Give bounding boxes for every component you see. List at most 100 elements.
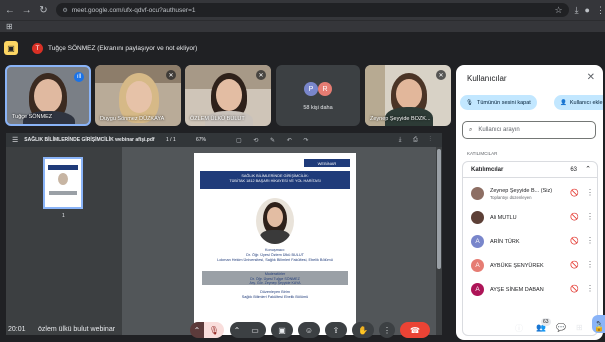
avatar: P: [304, 82, 318, 96]
captions-button[interactable]: ▣: [271, 322, 293, 338]
section-label: KATILIMCILAR: [467, 151, 498, 156]
raise-hand-button[interactable]: ✋: [352, 322, 374, 338]
organizer-name: Sağlık Bilimleri Fakültesi Ebelik Bölümü: [241, 295, 309, 299]
mic-off-icon: ✕: [256, 70, 266, 80]
participant-name: Zeynep Şeyyide B... (Siz): [490, 188, 553, 194]
leave-call-button[interactable]: ☎: [400, 322, 430, 338]
panel-title: Kullanıcılar: [467, 74, 507, 83]
more-options-icon[interactable]: ⋮: [586, 212, 594, 221]
thumb-band: [49, 191, 77, 195]
mic-options-chevron-icon[interactable]: ⌃: [190, 322, 204, 338]
presentation-view[interactable]: ☰ SAĞLIK BİLİMLERİNDE GİRİŞİMCİLİK webin…: [6, 133, 442, 335]
present-button[interactable]: ⇪: [325, 322, 347, 338]
bookmark-star-icon[interactable]: ☆: [554, 5, 562, 16]
mic-off-icon[interactable]: 🚫: [570, 213, 579, 221]
mute-all-button[interactable]: 🎙 Tümünün sesini kapat: [460, 95, 537, 110]
more-options-icon[interactable]: ⋮: [586, 260, 594, 269]
menu-icon[interactable]: ☰: [12, 136, 18, 144]
presenting-text: Tuğçe SÖNMEZ (Ekranını paylaşıyor ve not…: [48, 44, 198, 52]
tile-name: Tuğçe SÖNMEZ: [12, 114, 53, 120]
search-icon: ⌕: [469, 126, 473, 133]
participant-row[interactable]: A AYŞE SİNEM DABAN 🚫 ⋮: [463, 278, 597, 302]
mic-off-icon[interactable]: 🚫: [570, 189, 579, 197]
page-indicator[interactable]: 1 / 1: [166, 137, 176, 143]
address-bar[interactable]: ⚙ meet.google.com/ufx-qdvf-ocu?authuser=…: [56, 3, 569, 17]
participants-group-header[interactable]: Katılımcılar 63 ⌃: [463, 162, 597, 178]
group-label: Katılımcılar: [471, 167, 504, 173]
group-count: 63: [570, 167, 577, 173]
forward-icon[interactable]: →: [20, 3, 34, 17]
more-participants-tile[interactable]: P R S 58 kişi daha: [276, 65, 360, 126]
mic-off-button[interactable]: 🎙: [204, 322, 224, 338]
thumb-band: [48, 165, 78, 170]
participants-group: Katılımcılar 63 ⌃ Zeynep Şeyyide B... (S…: [462, 161, 598, 336]
avatar: A: [471, 235, 484, 248]
mic-off-icon: 🎙: [466, 99, 473, 106]
mic-off-icon[interactable]: 🚫: [570, 237, 579, 245]
scrollbar-thumb[interactable]: [437, 149, 441, 269]
add-people-button[interactable]: 👤 Kullanıcı ekle: [554, 95, 603, 110]
more-options-icon[interactable]: ⋮: [586, 188, 594, 197]
mic-off-icon[interactable]: 🚫: [570, 261, 579, 269]
back-icon[interactable]: ←: [3, 3, 17, 17]
participant-row[interactable]: A ARİN TÜRK 🚫 ⋮: [463, 230, 597, 254]
video-tile[interactable]: ✕ Duygu Sönmez DÜZKAYA: [95, 65, 181, 126]
host-controls-icon[interactable]: 🔒: [594, 323, 604, 332]
site-info-icon[interactable]: ⚙: [62, 7, 67, 14]
menu-icon[interactable]: ⋮: [596, 5, 605, 16]
apps-grid-icon[interactable]: ⊞: [6, 22, 13, 31]
search-placeholder: Kullanıcı arayın: [478, 127, 520, 133]
meeting-name: özlem ülkü bulut webinar: [38, 326, 116, 333]
more-options-button[interactable]: ⋮: [379, 322, 395, 338]
participant-name: AYBÜKE ŞENYÜREK: [490, 263, 544, 269]
page-thumbnail[interactable]: [43, 157, 83, 209]
participant-row[interactable]: A AYBÜKE ŞENYÜREK 🚫 ⋮: [463, 254, 597, 278]
speaking-indicator-icon: ıll: [74, 72, 84, 82]
mic-off-icon: ✕: [436, 70, 446, 80]
reload-icon[interactable]: ↻: [37, 3, 51, 17]
participant-face: [126, 81, 152, 113]
add-person-icon: 👤: [560, 99, 567, 106]
video-tile[interactable]: ıll Tuğçe SÖNMEZ: [5, 65, 91, 126]
tile-name: ÖZLEM ÜLKÜ BULUT: [190, 116, 245, 122]
info-icon[interactable]: ⓘ: [515, 323, 523, 334]
mute-all-label: Tümünün sesini kapat: [476, 99, 531, 106]
add-people-label: Kullanıcı ekle: [569, 99, 603, 106]
participant-name: Ali MUTLU: [490, 215, 517, 221]
pdf-right-icons[interactable]: ⤓ ⎙ ⋮: [399, 137, 436, 144]
video-tile[interactable]: ✕ Zeynep Şeyyide BOZK...: [365, 65, 451, 126]
speaker-affiliation: Lokman Hekim Üniversitesi, Sağlık Biliml…: [217, 258, 333, 262]
more-options-icon[interactable]: ⋮: [586, 236, 594, 245]
chat-icon[interactable]: 💬: [556, 323, 566, 332]
present-screen-icon[interactable]: ▣: [4, 41, 18, 55]
download-icon[interactable]: ⤓: [575, 5, 579, 16]
mic-off-icon[interactable]: 🚫: [570, 285, 579, 293]
activities-icon[interactable]: ⊞: [576, 323, 583, 332]
more-participants-label: 58 kişi daha: [303, 105, 333, 111]
zoom-level[interactable]: 67%: [196, 137, 206, 143]
more-options-icon[interactable]: ⋮: [586, 284, 594, 293]
participant-row[interactable]: Ali MUTLU 🚫 ⋮: [463, 206, 597, 230]
camera-options-chevron-icon[interactable]: ⌃: [230, 322, 244, 338]
close-icon[interactable]: ✕: [587, 72, 595, 83]
tile-name: Duygu Sönmez DÜZKAYA: [100, 116, 165, 122]
avatar: [471, 211, 484, 224]
participant-name: AYŞE SİNEM DABAN: [490, 287, 544, 293]
chevron-up-icon[interactable]: ⌃: [585, 165, 591, 173]
camera-button[interactable]: ▭: [244, 322, 266, 338]
speaker-photo: [256, 198, 294, 244]
clock: 20:01: [8, 326, 26, 333]
participant-role: Toplantıyı düzenleyen: [490, 195, 532, 200]
pdf-tools-icons[interactable]: ▢ ⟲ ✎ ↶ ↷: [236, 137, 313, 144]
participant-row[interactable]: Zeynep Şeyyide B... (Siz) Toplantıyı düz…: [463, 182, 597, 206]
video-tile[interactable]: ✕ ÖZLEM ÜLKÜ BULUT: [185, 65, 271, 126]
pdf-filename: SAĞLIK BİLİMLERİNDE GİRİŞİMCİLİK webinar…: [24, 137, 155, 143]
moderator-name: Arş. Gör. Zeynep Şeyyide KAYA: [249, 281, 301, 285]
participant-face: [216, 79, 242, 111]
presenting-banner: ▣ T Tuğçe SÖNMEZ (Ekranını paylaşıyor ve…: [4, 38, 197, 58]
emoji-button[interactable]: ☺: [298, 322, 320, 338]
presenter-avatar: T: [32, 42, 43, 54]
profile-icon[interactable]: ●: [585, 5, 590, 15]
photo-face: [267, 207, 283, 227]
people-search-input[interactable]: ⌕ Kullanıcı arayın: [462, 121, 596, 139]
